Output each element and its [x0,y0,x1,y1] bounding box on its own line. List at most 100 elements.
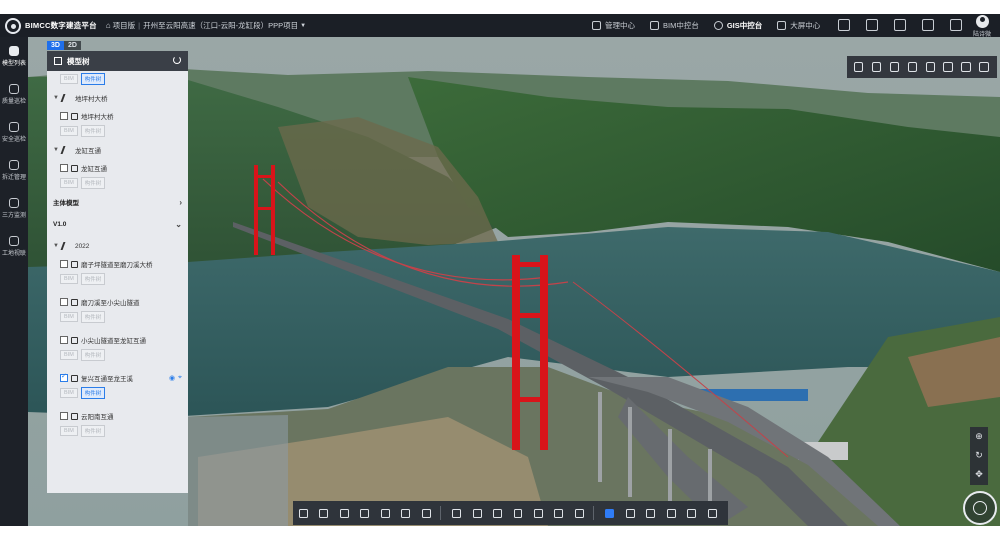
model-icon [71,412,78,420]
cube-icon [54,57,62,65]
tree-leaf[interactable]: 磨子坪隧道至磨刀溪大桥 [47,257,188,271]
area-icon[interactable] [339,508,349,518]
settings-icon[interactable] [979,62,989,72]
layer-icon[interactable] [605,508,615,518]
bim-tag[interactable]: BIM [60,274,78,284]
tree-leaf-selected[interactable]: 复兴互通至龙王溪 ◉⌖ [47,371,188,385]
refresh-icon[interactable] [173,56,181,64]
compass-icon[interactable] [889,62,900,72]
leaf-checkbox[interactable] [60,298,68,306]
component-tree-tag[interactable]: 构件树 [80,125,106,137]
nav-big-screen[interactable]: 大屏中心 [777,20,820,31]
leaf-checkbox[interactable] [60,260,68,268]
nav-bim-console[interactable]: BIM中控台 [650,20,699,31]
tab-3d[interactable]: 3D [47,41,64,50]
list-icon[interactable] [533,508,543,518]
chevron-right-icon: › [179,197,182,207]
nav-gis-console[interactable]: GIS中控台 [713,20,762,31]
model-icon[interactable] [943,62,953,72]
hide-icon[interactable] [646,508,656,518]
image-icon[interactable] [907,62,917,72]
eye-icon[interactable]: ◉ [169,374,175,382]
component-tree-tag[interactable]: 构件树 [80,387,106,399]
sidebar-item-safety-inspection[interactable]: 安全巡检 [0,113,28,151]
sidebar-item-monitoring[interactable]: 三方监测 [0,189,28,227]
component-tree-tag[interactable]: 构件树 [80,177,106,189]
nav-management-center[interactable]: 管理中心 [592,20,635,31]
navigation-compass[interactable] [963,491,997,525]
box-icon[interactable] [513,508,523,518]
bim-tag[interactable]: BIM [60,350,78,360]
section-version[interactable]: V1.0 ⌄ [47,213,188,235]
calendar-icon[interactable] [866,19,878,31]
tree-leaf[interactable]: 地坪村大桥 [47,109,188,123]
leaf-checkbox[interactable] [60,112,68,120]
eye-icon[interactable] [961,62,971,72]
drag-icon[interactable] [707,508,717,518]
sidebar-item-site-video[interactable]: 工地视联 [0,227,28,265]
measure-icon[interactable] [299,508,308,518]
flag-icon[interactable] [925,62,935,72]
group-label: 地坪村大桥 [74,96,108,103]
bim-tag[interactable]: BIM [60,388,78,398]
tree-group[interactable]: ▼ 龙缸互通 [47,139,188,161]
fullscreen-icon[interactable] [950,19,962,31]
bim-tag[interactable]: BIM [60,426,78,436]
sidebar-item-relocation[interactable]: 拆迁管理 [0,151,28,189]
leaf-checkbox[interactable] [60,372,68,382]
snow-icon[interactable] [401,508,411,518]
send-icon[interactable] [380,508,390,518]
bim-tag[interactable]: BIM [60,178,78,188]
tree-group[interactable]: ▼ 2022 [47,235,188,257]
component-tree-tag[interactable]: 构件树 [80,349,106,361]
bim-tag[interactable]: BIM [60,312,78,322]
pin-icon[interactable] [319,508,329,518]
move-icon[interactable]: ✥ [970,465,988,484]
frame-icon[interactable] [472,508,482,518]
user-menu[interactable]: 陆诗微 [968,15,996,38]
tree-leaf[interactable]: 磨刀溪至小尖山隧道 [47,295,188,309]
tree-group[interactable]: ▼ 地坪村大桥 [47,87,188,109]
component-tree-tag[interactable]: 构件树 [80,73,106,85]
eye-icon[interactable] [625,508,635,518]
camera-icon [9,235,19,246]
target-icon[interactable] [666,508,676,518]
tree-leaf[interactable]: 小尖山隧道至龙缸互通 [47,333,188,347]
table-icon[interactable] [493,508,503,518]
leaf-checkbox[interactable] [60,336,68,344]
component-tree-tag[interactable]: 构件树 [80,425,106,437]
select-icon[interactable] [452,508,462,518]
component-tree-tag[interactable]: 构件树 [80,273,106,285]
avatar [975,15,989,28]
component-tree-tag[interactable]: 构件树 [80,311,106,323]
rotate-icon[interactable]: ↻ [970,446,988,465]
app-logo[interactable]: BIMCC数字建造平台 [5,17,97,34]
section-main-model[interactable]: 主体模型 › [47,191,188,213]
bim-tag[interactable]: BIM [60,74,78,84]
tree-leaf[interactable]: 云阳南互通 [47,409,188,423]
document-icon[interactable] [894,19,906,31]
leaf-checkbox[interactable] [60,164,68,172]
split-icon[interactable] [360,508,370,518]
home-view-icon[interactable] [854,62,864,72]
section-label: 主体模型 [53,200,79,207]
profile-icon[interactable] [554,508,564,518]
locate-icon[interactable]: ⌖ [178,374,182,382]
model-icon [71,260,78,268]
tree-leaf[interactable]: 龙缸互通 [47,161,188,175]
notes-icon[interactable] [922,19,934,31]
leaf-checkbox[interactable] [60,412,68,420]
clip-icon[interactable] [421,508,431,518]
nav-label: 大屏中心 [790,21,821,30]
sidebar-item-quality-inspection[interactable]: 质量巡检 [0,75,28,113]
model-icon [71,336,78,344]
settings-icon[interactable] [574,508,584,518]
sidebar-item-model-list[interactable]: 模型列表 [0,37,28,75]
project-selector[interactable]: ⌂ 项目版 | 开州至云阳高速（江口-云阳-龙缸段）PPP项目 ▼ [106,20,306,31]
tab-2d[interactable]: 2D [63,41,81,50]
layers-icon[interactable] [871,62,882,72]
message-icon[interactable] [838,19,850,31]
locate-icon[interactable]: ⊕ [970,427,988,446]
warning-icon[interactable] [687,508,697,518]
bim-tag[interactable]: BIM [60,126,78,136]
